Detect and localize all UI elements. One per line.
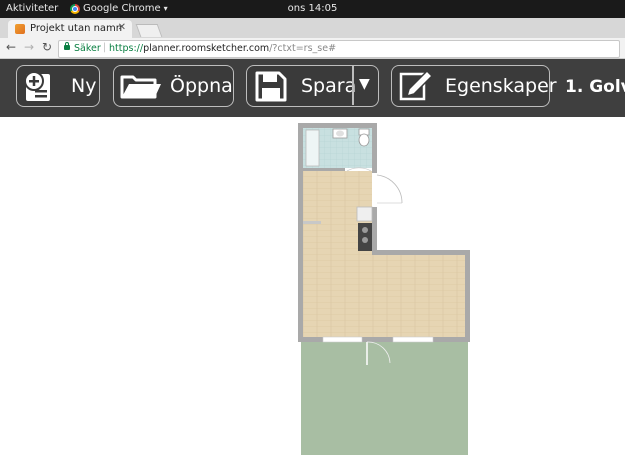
floppy-disk-icon xyxy=(252,69,290,108)
properties-button[interactable]: Egenskaper xyxy=(391,65,557,108)
navigation-bar: ← → ↻ Säker | https://planner.roomsketch… xyxy=(0,38,625,59)
tab-title: Projekt utan namn xyxy=(30,23,123,34)
bathroom-wall xyxy=(303,168,345,171)
garden-area xyxy=(301,342,468,455)
secure-label: Säker xyxy=(74,43,101,54)
save-project-button[interactable]: Spara ▼ xyxy=(246,65,379,107)
forward-arrow-icon[interactable]: → xyxy=(24,40,34,54)
close-tab-icon[interactable]: ✕ xyxy=(118,22,126,33)
system-top-bar: Aktiviteter Google Chrome ▾ ons 14:05 xyxy=(0,0,625,18)
shower xyxy=(305,129,320,167)
new-project-label: Ny xyxy=(71,75,97,97)
browser-tab[interactable]: Projekt utan namn ✕ xyxy=(8,20,132,38)
url-text: https://planner.roomsketcher.com/?ctxt=r… xyxy=(109,43,336,54)
url-scheme: https:// xyxy=(109,43,144,54)
save-dropdown-divider xyxy=(352,66,354,105)
balcony-door-right xyxy=(392,336,434,343)
lock-icon xyxy=(64,42,70,50)
new-tab-button[interactable] xyxy=(135,24,163,37)
address-bar[interactable]: Säker | https://planner.roomsketcher.com… xyxy=(58,40,620,58)
folder-open-icon xyxy=(119,69,163,108)
open-project-label: Öppna xyxy=(170,75,233,97)
cabinet xyxy=(356,206,373,222)
roomsketcher-favicon-icon xyxy=(15,24,25,34)
clock[interactable]: ons 14:05 xyxy=(0,3,625,14)
new-project-button[interactable]: Ny xyxy=(16,65,100,107)
balcony-door-left xyxy=(322,336,363,343)
url-separator: | xyxy=(103,42,107,53)
floor-plan-drawing[interactable] xyxy=(0,117,625,460)
properties-label: Egenskaper xyxy=(445,75,557,97)
edit-pencil-icon xyxy=(397,69,437,108)
floor-label[interactable]: 1. Golv xyxy=(565,77,625,97)
save-dropdown-caret-icon[interactable]: ▼ xyxy=(359,76,370,92)
floor-plan-canvas[interactable] xyxy=(0,117,625,460)
open-project-button[interactable]: Öppna xyxy=(113,65,234,107)
app-toolbar: Ny Öppna Spara ▼ Egenskaper 1. Gol xyxy=(0,59,625,117)
reload-icon[interactable]: ↻ xyxy=(42,40,52,54)
back-arrow-icon[interactable]: ← xyxy=(6,40,16,54)
entrance-door xyxy=(372,173,377,207)
tab-strip: Projekt utan namn ✕ xyxy=(0,18,625,38)
new-document-icon xyxy=(22,69,62,108)
save-project-label: Spara xyxy=(301,75,357,97)
living-room-floor xyxy=(303,255,465,337)
url-path: /?ctxt=rs_se# xyxy=(269,43,337,54)
url-host: planner.roomsketcher.com xyxy=(143,43,270,54)
